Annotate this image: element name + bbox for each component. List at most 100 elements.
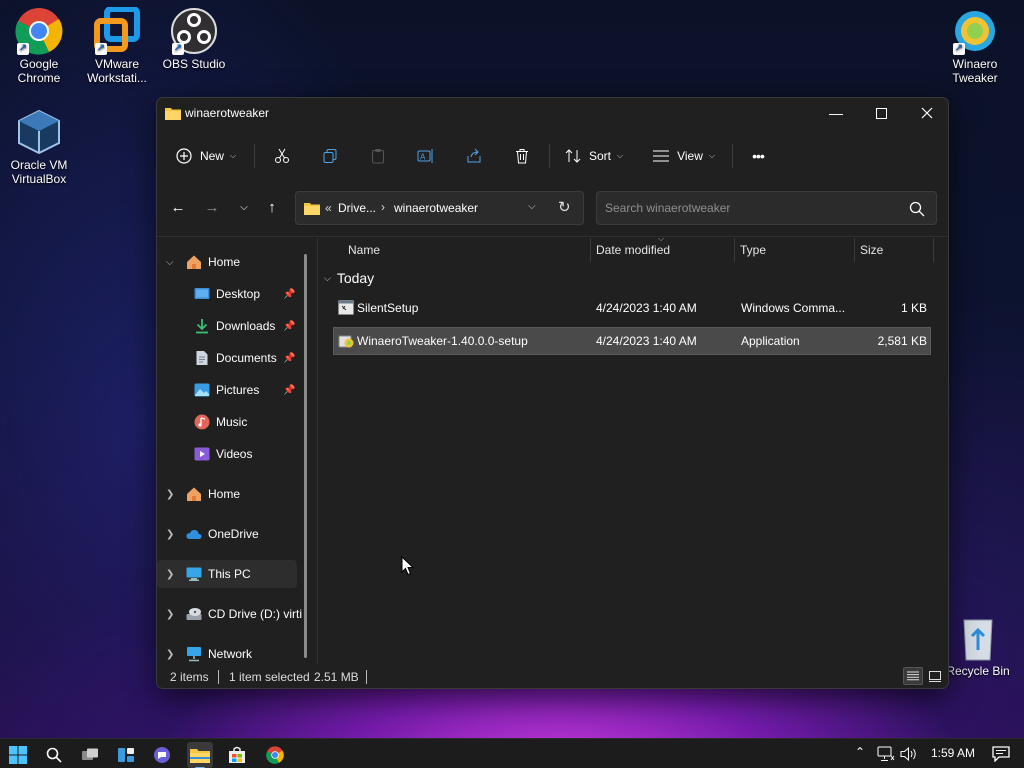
column-header-name[interactable]: Name (348, 238, 380, 262)
chevron-down-icon[interactable]: ⌵ (166, 257, 174, 268)
details-view-icon (907, 671, 919, 681)
recent-locations-button[interactable]: ⌵ (231, 194, 257, 220)
address-separator[interactable]: › (381, 200, 385, 214)
address-bar[interactable]: « Drive... › winaerotweaker ⌵ ↻ (295, 191, 584, 225)
file-row-winaerotweaker-setup[interactable]: WinaeroTweaker-1.40.0.0-setup 4/24/2023 … (333, 327, 931, 355)
chrome-icon (266, 746, 284, 764)
taskbar-file-explorer[interactable] (187, 742, 213, 768)
start-button[interactable] (5, 742, 31, 768)
sidebar-item-pictures[interactable]: Pictures 📌 (157, 376, 297, 404)
column-separator[interactable] (590, 238, 591, 262)
cd-drive-icon (186, 608, 202, 620)
maximize-button[interactable] (858, 98, 904, 128)
widgets-button[interactable] (113, 742, 139, 768)
chevron-right-icon[interactable]: ❯ (166, 649, 174, 660)
chevron-down-icon: ⌵ (708, 151, 715, 160)
chevron-right-icon[interactable]: ❯ (166, 489, 174, 500)
column-separator[interactable] (734, 238, 735, 262)
taskbar-store[interactable] (224, 742, 250, 768)
title-bar[interactable]: winaerotweaker — (157, 98, 948, 128)
file-size: 1 KB (900, 301, 927, 315)
desktop-icon-label: Winaero Tweaker (952, 57, 998, 85)
desktop-icon-vmware[interactable]: ↗ VMware Workstati... (80, 6, 154, 85)
task-view-button[interactable] (77, 742, 103, 768)
chevron-right-icon[interactable]: ❯ (166, 569, 174, 580)
new-button[interactable]: New ⌵ (171, 140, 241, 172)
sidebar-item-this-pc[interactable]: ❯ This PC (157, 560, 297, 588)
sidebar-item-label: Downloads (216, 319, 276, 333)
details-view-button[interactable] (903, 667, 923, 685)
paste-button[interactable] (363, 140, 393, 172)
search-input[interactable] (605, 198, 895, 218)
file-row-silentsetup[interactable]: SilentSetup 4/24/2023 1:40 AM Windows Co… (333, 294, 931, 322)
task-view-icon (82, 748, 98, 760)
notifications-icon[interactable] (992, 746, 1010, 762)
delete-button[interactable] (507, 140, 537, 172)
show-hidden-icons-button[interactable]: ⌃ (855, 745, 865, 759)
folder-icon (165, 106, 181, 123)
refresh-icon[interactable]: ↻ (558, 198, 571, 216)
table-row[interactable] (333, 393, 931, 421)
rename-button[interactable]: A (411, 140, 441, 172)
volume-icon[interactable] (900, 746, 918, 762)
chevron-right-icon[interactable]: ❯ (166, 609, 174, 620)
sidebar-item-desktop[interactable]: Desktop 📌 (157, 280, 297, 308)
minimize-button[interactable]: — (813, 98, 859, 128)
desktop-icon-virtualbox[interactable]: Oracle VM VirtualBox (2, 108, 76, 186)
sidebar-item-onedrive[interactable]: ❯ OneDrive (157, 520, 297, 548)
address-segment-current[interactable]: winaerotweaker (394, 201, 478, 215)
taskbar-chrome[interactable] (262, 742, 288, 768)
desktop-icon-label: Recycle Bin (946, 664, 1010, 678)
chevron-right-icon[interactable]: ❯ (166, 529, 174, 540)
sidebar-item-network[interactable]: ❯ Network (157, 640, 297, 664)
address-segment-parent[interactable]: Drive... (338, 201, 376, 215)
windows-logo-icon (9, 746, 27, 764)
sidebar-item-videos[interactable]: Videos (157, 440, 297, 468)
sidebar-item-documents[interactable]: Documents 📌 (157, 344, 297, 372)
clock[interactable]: 1:59 AM (931, 746, 975, 760)
close-button[interactable] (904, 98, 948, 128)
copy-button[interactable] (315, 140, 345, 172)
sidebar-item-label: Documents (216, 351, 277, 365)
column-separator[interactable] (854, 238, 855, 262)
selection-size: 2.51 MB (314, 670, 359, 684)
back-button[interactable]: ← (165, 194, 191, 220)
group-label: Today (336, 270, 375, 286)
desktop-icon (194, 288, 210, 299)
view-icon (653, 150, 670, 162)
sidebar-item-home[interactable]: ⌵ Home (157, 248, 297, 276)
search-box[interactable] (596, 191, 937, 225)
cut-button[interactable] (267, 140, 297, 172)
share-button[interactable] (459, 140, 489, 172)
sort-button[interactable]: Sort ⌵ (561, 140, 627, 172)
more-options-button[interactable]: ••• (743, 140, 773, 172)
taskbar-search-button[interactable] (41, 742, 67, 768)
view-button[interactable]: View ⌵ (649, 140, 719, 172)
column-separator[interactable] (933, 238, 934, 262)
chevron-down-icon: ⌵ (229, 151, 237, 160)
group-header[interactable]: ⌵ Today (324, 270, 374, 286)
network-status-icon[interactable] (877, 746, 895, 762)
up-button[interactable]: ↑ (259, 194, 285, 220)
column-header-size[interactable]: Size (860, 238, 883, 262)
desktop-icon-recycle-bin[interactable]: Recycle Bin (938, 614, 1018, 678)
selection-count: 1 item selected (229, 670, 310, 684)
sidebar-item-cd-drive[interactable]: ❯ CD Drive (D:) virti (157, 600, 302, 628)
sidebar-scrollbar[interactable] (304, 254, 307, 658)
column-header-type[interactable]: Type (740, 238, 766, 262)
sidebar-item-home-2[interactable]: ❯ Home (157, 480, 297, 508)
rename-icon: A (417, 149, 433, 163)
teams-chat-button[interactable] (149, 742, 175, 768)
forward-button[interactable]: → (199, 194, 225, 220)
sidebar-item-label: This PC (208, 567, 251, 581)
search-icon[interactable] (909, 201, 925, 217)
address-overflow-chevron[interactable]: « (325, 201, 332, 215)
tiles-view-button[interactable] (925, 667, 945, 685)
desktop-icon-chrome[interactable]: ↗ Google Chrome (2, 7, 76, 85)
desktop-icon-label: Oracle VM VirtualBox (10, 158, 68, 186)
address-history-dropdown[interactable]: ⌵ (528, 201, 536, 212)
sidebar-item-downloads[interactable]: Downloads 📌 (157, 312, 297, 340)
desktop-icon-winaero-tweaker[interactable]: ↗ Winaero Tweaker (938, 7, 1012, 85)
sidebar-item-music[interactable]: Music (157, 408, 297, 436)
desktop-icon-obs[interactable]: ↗ OBS Studio (157, 7, 231, 71)
